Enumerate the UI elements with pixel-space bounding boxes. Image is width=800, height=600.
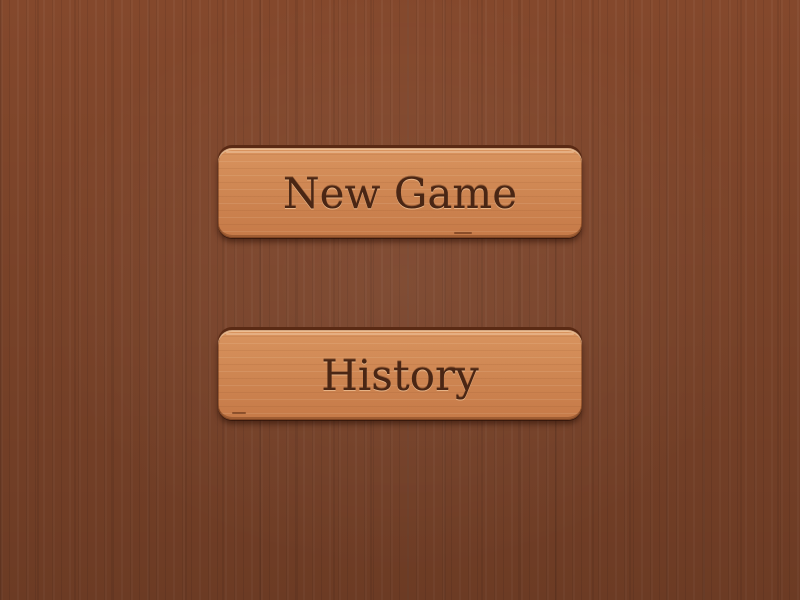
new-game-label: New Game <box>282 168 518 218</box>
main-menu: New Game History <box>0 0 800 600</box>
history-button[interactable]: History <box>218 330 582 420</box>
history-label: History <box>321 350 479 400</box>
new-game-button[interactable]: New Game <box>218 148 582 238</box>
